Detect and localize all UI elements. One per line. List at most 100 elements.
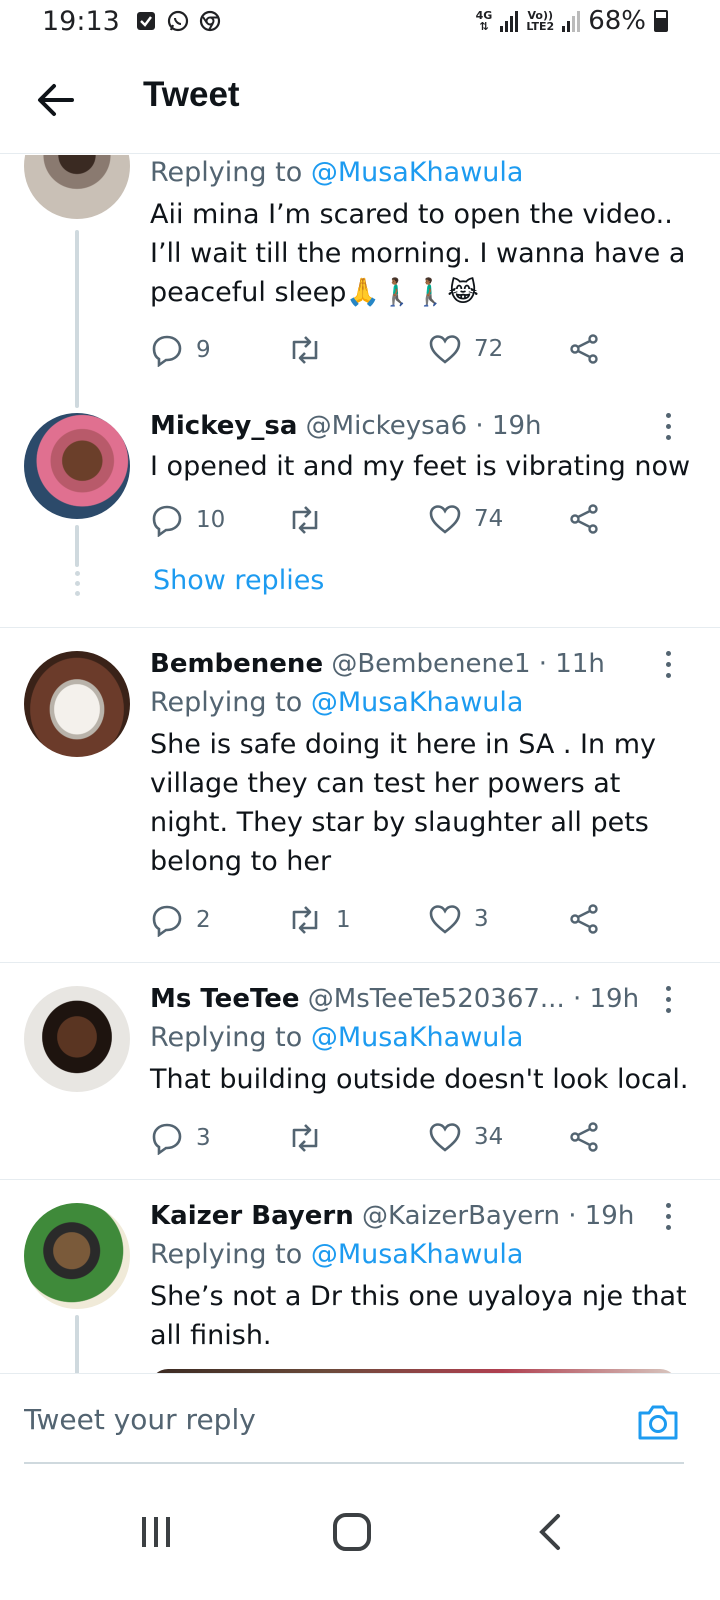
avatar[interactable] — [24, 986, 130, 1092]
speech-bubble-icon — [152, 505, 182, 537]
arrow-left-icon — [38, 84, 74, 116]
meta-separator: · — [538, 649, 548, 679]
like-button[interactable]: 72 — [428, 333, 503, 365]
tweet-meta: Mickey_sa @Mickeysa6 · 19h — [150, 407, 695, 445]
user-handle: @KaizerBayern — [362, 1201, 560, 1231]
meta-separator: · — [475, 411, 484, 441]
more-vertical-icon — [665, 413, 671, 418]
tweet-time: 19h — [584, 1201, 635, 1231]
share-icon — [570, 904, 598, 934]
tweet-actions: 3 34 — [150, 1121, 620, 1161]
retweet-icon — [292, 336, 318, 364]
share-icon — [570, 1122, 598, 1152]
like-count: 74 — [474, 506, 504, 532]
tweet-text: She is safe doing it here in SA . In my … — [150, 729, 656, 877]
show-replies-link[interactable]: Show replies — [153, 565, 324, 596]
camera-button[interactable] — [636, 1402, 680, 1442]
mention-link[interactable]: @MusaKhawula — [311, 1239, 524, 1270]
avatar[interactable] — [24, 651, 130, 757]
tweet-actions: 9 72 — [150, 333, 620, 373]
display-name[interactable]: Bembenene — [150, 649, 323, 679]
like-button[interactable]: 34 — [428, 1121, 503, 1153]
display-name[interactable]: Mickey_sa — [150, 411, 297, 441]
more-options-button[interactable] — [664, 413, 672, 443]
tweet-text: That building outside doesn't look local… — [150, 1064, 689, 1095]
thread-line — [75, 1315, 79, 1373]
more-vertical-icon — [665, 651, 671, 656]
back-button[interactable] — [30, 74, 82, 126]
reply-count: 3 — [196, 1125, 211, 1151]
reply-button[interactable]: 3 — [150, 1121, 211, 1155]
home-icon — [333, 1513, 371, 1551]
thread-line — [75, 525, 79, 567]
retweet-button[interactable]: 1 — [286, 903, 351, 937]
user-handle: @MsTeeTe520367... — [307, 984, 565, 1014]
reply-button[interactable]: 10 — [150, 503, 225, 537]
display-name[interactable]: Kaizer Bayern — [150, 1201, 354, 1231]
input-underline — [24, 1462, 684, 1464]
mention-link[interactable]: @MusaKhawula — [311, 687, 524, 718]
user-handle: @Mickeysa6 — [305, 411, 468, 441]
signal-icon — [500, 10, 519, 32]
heart-icon — [429, 905, 461, 934]
like-button[interactable]: 74 — [428, 503, 503, 535]
reply-button[interactable]: 2 — [150, 903, 211, 937]
tweet-meta: Bembenene @Bembenene1 · 11h — [150, 645, 695, 683]
home-button[interactable] — [322, 1502, 382, 1562]
reply-button[interactable]: 9 — [150, 333, 211, 367]
speech-bubble-icon — [152, 905, 182, 937]
share-button[interactable] — [568, 333, 600, 365]
recents-icon — [142, 1517, 170, 1547]
divider — [0, 962, 720, 963]
share-icon — [570, 504, 598, 534]
retweet-count: 1 — [336, 907, 351, 933]
replying-to: Replying to @MusaKhawula — [150, 1022, 524, 1053]
tweet-actions: 10 74 — [150, 503, 620, 543]
recent-apps-button[interactable] — [126, 1502, 186, 1562]
mention-link[interactable]: @MusaKhawula — [311, 1022, 524, 1053]
camera-icon — [638, 1405, 678, 1440]
share-button[interactable] — [568, 503, 600, 535]
share-button[interactable] — [568, 1121, 600, 1153]
meta-separator: · — [568, 1201, 577, 1231]
retweet-button[interactable] — [286, 333, 336, 367]
tweet-body: Ms TeeTee @MsTeeTe520367... · 19h Replyi… — [150, 980, 695, 1099]
heart-icon — [429, 505, 461, 534]
more-vertical-icon — [665, 986, 671, 991]
retweet-icon — [292, 1124, 318, 1152]
meta-separator: · — [572, 984, 582, 1014]
reply-count: 10 — [196, 507, 226, 533]
reply-count: 2 — [196, 907, 211, 933]
avatar[interactable] — [24, 1203, 130, 1309]
system-navigation-bar — [0, 1472, 720, 1600]
avatar[interactable] — [24, 413, 130, 519]
page-title: Tweet — [143, 75, 240, 114]
tweet-time: 19h — [491, 411, 542, 441]
whatsapp-icon — [167, 10, 189, 32]
retweet-button[interactable] — [286, 1121, 336, 1155]
reply-input[interactable] — [24, 1380, 624, 1458]
more-options-button[interactable] — [664, 1203, 672, 1233]
checkbox-notification-icon — [137, 12, 155, 30]
display-name[interactable]: Ms TeeTee — [150, 984, 300, 1014]
system-back-button[interactable] — [520, 1502, 580, 1562]
avatar[interactable] — [24, 155, 130, 219]
more-options-button[interactable] — [664, 651, 672, 681]
user-handle: @Bembenene1 — [331, 649, 531, 679]
reply-count: 9 — [196, 337, 211, 363]
more-options-button[interactable] — [664, 986, 672, 1016]
tweet-meta: Ms TeeTee @MsTeeTe520367... · 19h — [150, 980, 695, 1018]
thread-ellipsis — [73, 571, 81, 601]
speech-bubble-icon — [152, 335, 182, 367]
replies-feed[interactable]: Replying to @MusaKhawula Aii mina I’m sc… — [0, 155, 720, 1373]
like-button[interactable]: 3 — [428, 903, 489, 935]
thread-line — [75, 230, 79, 408]
tweet-time: 19h — [589, 984, 640, 1014]
chevron-left-icon — [539, 1514, 560, 1550]
share-button[interactable] — [568, 903, 600, 935]
battery-icon — [654, 10, 668, 32]
volte-label: Vo)) LTE2 — [526, 9, 555, 33]
retweet-button[interactable] — [286, 503, 336, 537]
mention-link[interactable]: @MusaKhawula — [311, 157, 524, 188]
tweet-actions: 2 1 3 — [150, 903, 620, 943]
